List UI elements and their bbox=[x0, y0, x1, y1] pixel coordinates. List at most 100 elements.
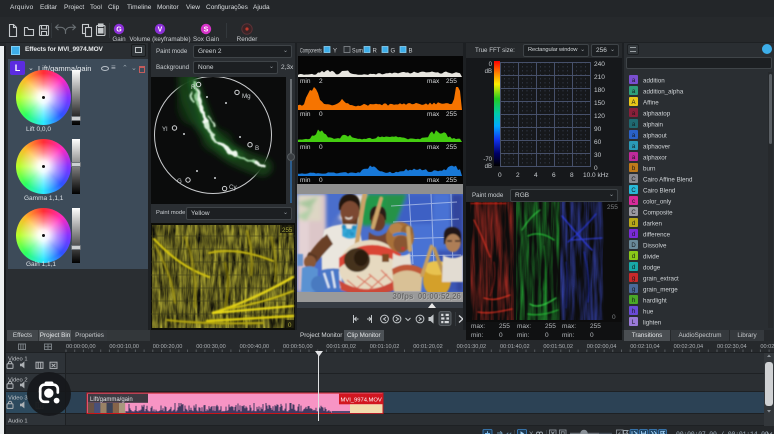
svg-text:d: d bbox=[632, 221, 635, 227]
svg-text:addition_alpha: addition_alpha bbox=[643, 89, 684, 96]
svg-text:Video 3: Video 3 bbox=[8, 396, 28, 402]
svg-text:30: 30 bbox=[594, 152, 602, 159]
svg-text:4: 4 bbox=[534, 172, 538, 179]
svg-text:MVI_9974.MOV: MVI_9974.MOV bbox=[341, 398, 382, 404]
svg-text:0: 0 bbox=[319, 144, 323, 151]
svg-text:255: 255 bbox=[446, 177, 457, 184]
svg-text:240: 240 bbox=[594, 61, 605, 68]
svg-text:d: d bbox=[632, 232, 635, 238]
svg-text:00:01:20,02: 00:01:20,02 bbox=[413, 344, 443, 350]
svg-text:Sox Gain: Sox Gain bbox=[193, 36, 219, 43]
svg-text:Gain: Gain bbox=[112, 36, 126, 43]
svg-text:alphain: alphain bbox=[643, 122, 664, 129]
svg-text:C: C bbox=[631, 210, 636, 216]
svg-text:-70: -70 bbox=[483, 157, 492, 163]
svg-text:Components: Components bbox=[300, 49, 322, 55]
svg-text:0: 0 bbox=[498, 172, 502, 179]
svg-text:S: S bbox=[204, 27, 209, 34]
svg-text:Lift/gamma/gain: Lift/gamma/gain bbox=[90, 397, 133, 403]
svg-text:120: 120 bbox=[594, 113, 605, 120]
svg-text:G: G bbox=[116, 27, 122, 34]
svg-text:00:01:30,02: 00:01:30,02 bbox=[457, 344, 487, 350]
svg-text:grain_merge: grain_merge bbox=[643, 287, 678, 294]
svg-text:hardlight: hardlight bbox=[643, 298, 667, 305]
svg-text:Cairo Affine Blend: Cairo Affine Blend bbox=[643, 177, 693, 184]
svg-text:min: min bbox=[300, 144, 311, 151]
svg-text:A: A bbox=[631, 100, 635, 106]
svg-text:R: R bbox=[191, 84, 196, 91]
svg-text:00:02:20,04: 00:02:20,04 bbox=[674, 344, 704, 350]
svg-text:grain_extract: grain_extract bbox=[643, 276, 679, 283]
svg-text:B: B bbox=[409, 49, 413, 55]
svg-text:alphaatop: alphaatop bbox=[643, 111, 671, 118]
svg-text:2: 2 bbox=[516, 172, 520, 179]
svg-text:max: max bbox=[427, 78, 440, 85]
svg-text:g: g bbox=[632, 287, 635, 293]
svg-text:255: 255 bbox=[282, 227, 293, 234]
svg-text:00:01:40,02: 00:01:40,02 bbox=[500, 344, 530, 350]
svg-text:G: G bbox=[177, 178, 182, 185]
svg-text:90: 90 bbox=[594, 126, 602, 133]
svg-text:d: d bbox=[632, 265, 635, 271]
svg-text:255: 255 bbox=[607, 204, 618, 211]
svg-text:210: 210 bbox=[594, 74, 605, 81]
svg-text:min: min bbox=[300, 78, 311, 85]
svg-text:2: 2 bbox=[319, 78, 323, 85]
svg-text:00:00:10,00: 00:00:10,00 bbox=[109, 344, 139, 350]
svg-text:60: 60 bbox=[594, 139, 602, 146]
svg-text:alphaover: alphaover bbox=[643, 144, 670, 151]
svg-text:0: 0 bbox=[612, 314, 616, 321]
svg-text:00:00:20,00: 00:00:20,00 bbox=[153, 344, 183, 350]
svg-text:addition: addition bbox=[643, 78, 665, 85]
svg-text:00:02:40,04: 00:02:40,04 bbox=[760, 344, 774, 350]
svg-text:150: 150 bbox=[594, 100, 605, 107]
svg-text:C: C bbox=[631, 188, 636, 194]
svg-text:Cairo Blend: Cairo Blend bbox=[643, 188, 676, 195]
svg-text:difference: difference bbox=[643, 232, 671, 239]
svg-text:B: B bbox=[255, 145, 259, 152]
svg-text:d: d bbox=[632, 254, 635, 260]
svg-text:max: max bbox=[427, 111, 440, 118]
svg-text:burn: burn bbox=[643, 166, 656, 173]
svg-text:V: V bbox=[158, 27, 163, 34]
svg-text:00:01:10,02: 00:01:10,02 bbox=[370, 344, 400, 350]
svg-text:00:02:10,04: 00:02:10,04 bbox=[630, 344, 660, 350]
svg-text:C: C bbox=[631, 177, 636, 183]
svg-text:dB: dB bbox=[485, 164, 492, 170]
svg-text:0: 0 bbox=[319, 111, 323, 118]
svg-text:00:01:50,02: 00:01:50,02 bbox=[543, 344, 573, 350]
svg-text:00:02:00,04: 00:02:00,04 bbox=[587, 344, 617, 350]
svg-text:255: 255 bbox=[446, 111, 457, 118]
svg-text:g: g bbox=[632, 276, 635, 282]
svg-text:darken: darken bbox=[643, 221, 662, 228]
svg-text:180: 180 bbox=[594, 87, 605, 94]
svg-text:c: c bbox=[632, 199, 635, 205]
svg-text:G: G bbox=[391, 49, 396, 55]
svg-text:00:00:00,00: 00:00:00,00 bbox=[66, 344, 96, 350]
svg-text:h: h bbox=[632, 309, 635, 315]
svg-text:00:00:50,00: 00:00:50,00 bbox=[283, 344, 313, 350]
svg-text:Volume (keyframable): Volume (keyframable) bbox=[129, 36, 190, 43]
svg-text:0: 0 bbox=[594, 165, 598, 172]
svg-text:255: 255 bbox=[446, 78, 457, 85]
svg-text:Render: Render bbox=[237, 36, 258, 43]
svg-text:dB: dB bbox=[485, 69, 492, 75]
svg-text:max: max bbox=[427, 177, 440, 184]
svg-text:Video 2: Video 2 bbox=[8, 378, 28, 384]
svg-text:6: 6 bbox=[552, 172, 556, 179]
svg-text:min: min bbox=[300, 177, 311, 184]
svg-text:alphaout: alphaout bbox=[643, 133, 667, 140]
svg-text:Yl: Yl bbox=[162, 126, 168, 133]
svg-text:max: max bbox=[427, 144, 440, 151]
svg-text:Composite: Composite bbox=[643, 210, 673, 217]
svg-text:0: 0 bbox=[288, 322, 292, 329]
svg-text:Audio 1: Audio 1 bbox=[8, 419, 28, 425]
svg-text:h: h bbox=[632, 298, 635, 304]
svg-text:divide: divide bbox=[643, 254, 660, 261]
svg-text:Y: Y bbox=[333, 49, 337, 55]
svg-text:0: 0 bbox=[319, 177, 323, 184]
svg-text:alphaxor: alphaxor bbox=[643, 155, 667, 162]
svg-text:R: R bbox=[373, 49, 378, 55]
svg-text:color_only: color_only bbox=[643, 199, 672, 206]
svg-text:D: D bbox=[631, 243, 636, 249]
